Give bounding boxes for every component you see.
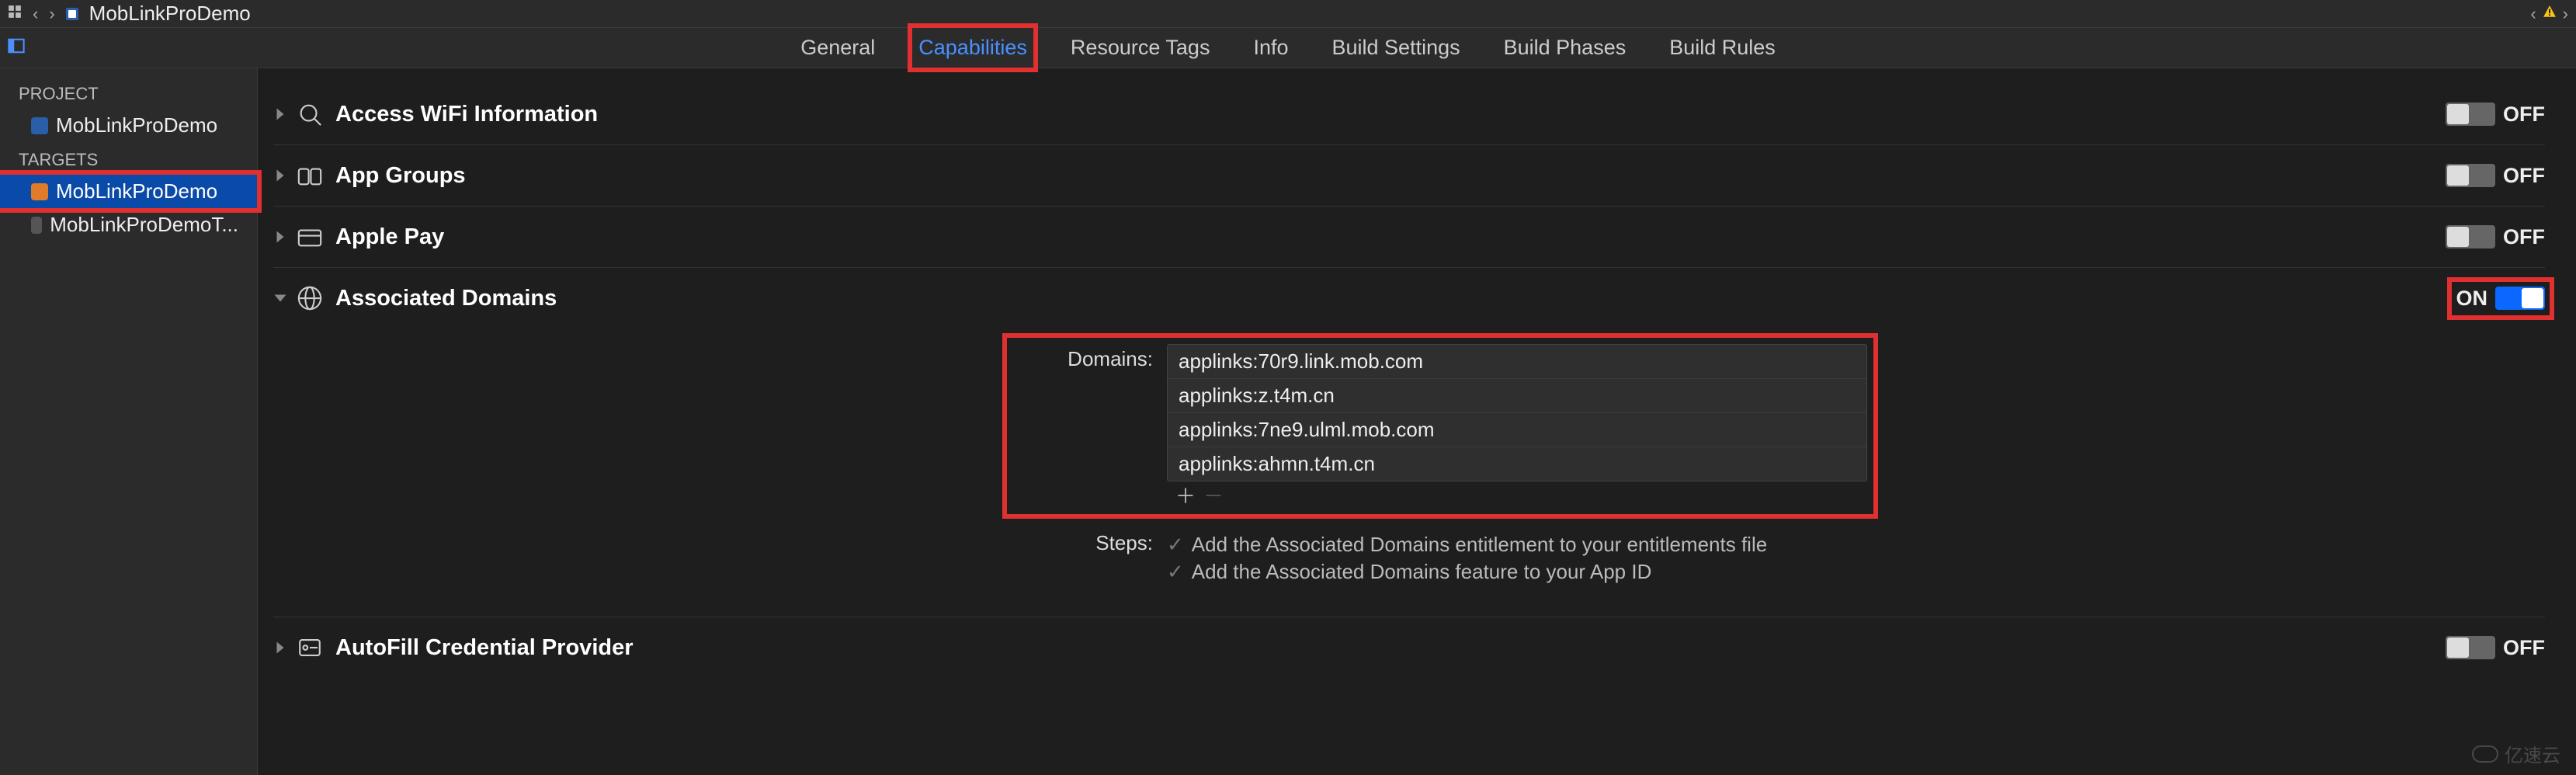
capability-title: Access WiFi Information (335, 102, 2446, 127)
capability-row-apple-pay: Apple Pay OFF (273, 207, 2545, 268)
top-toolbar: ‹ › MobLinkProDemo ‹ › (0, 0, 2576, 28)
toggle-switch[interactable] (2446, 636, 2495, 659)
disclosure-icon[interactable] (273, 169, 287, 182)
tab-build-rules[interactable]: Build Rules (1666, 31, 1779, 64)
disclosure-icon[interactable] (273, 230, 287, 244)
app-groups-icon (295, 161, 325, 190)
grid-icon[interactable] (8, 5, 22, 23)
capability-row-wifi: Access WiFi Information OFF (273, 84, 2545, 145)
nav-expand-left-icon[interactable]: ‹ (2530, 4, 2536, 24)
capability-toggle[interactable]: ON (2456, 287, 2546, 311)
panel-toggle-icon[interactable] (8, 37, 25, 58)
capabilities-content: Access WiFi Information OFF App Groups O… (258, 68, 2576, 775)
wifi-icon (295, 99, 325, 129)
capability-title: Apple Pay (335, 224, 2446, 250)
apple-pay-icon (295, 222, 325, 252)
target-app-icon (31, 183, 48, 200)
remove-domain-button: － (1203, 486, 1224, 503)
capability-title: Associated Domains (335, 286, 2456, 311)
capability-row-autofill: AutoFill Credential Provider OFF (273, 617, 2545, 678)
domain-row[interactable]: applinks:7ne9.ulml.mob.com (1168, 413, 1866, 447)
step-text: Add the Associated Domains entitlement t… (1192, 533, 1767, 557)
editor-tabbar: General Capabilities Resource Tags Info … (0, 28, 2576, 68)
domain-row[interactable]: applinks:ahmn.t4m.cn (1168, 447, 1866, 481)
breadcrumb-project[interactable]: MobLinkProDemo (89, 2, 251, 26)
toggle-state-label: OFF (2503, 225, 2545, 249)
capability-toggle[interactable]: OFF (2446, 225, 2545, 249)
steps-block: Steps: ✓ Add the Associated Domains entit… (1013, 531, 1867, 586)
domains-block: Domains: applinks:70r9.link.mob.com appl… (1013, 344, 1867, 508)
step-item: ✓ Add the Associated Domains feature to y… (1167, 558, 1867, 586)
sidebar-target-name: MobLinkProDemoT... (50, 213, 238, 237)
tab-resource-tags[interactable]: Resource Tags (1068, 31, 1213, 64)
disclosure-open-icon[interactable] (273, 291, 287, 305)
domains-list[interactable]: applinks:70r9.link.mob.com applinks:z.t4… (1167, 344, 1867, 481)
target-test-icon (31, 217, 42, 234)
check-icon: ✓ (1167, 533, 1184, 557)
capability-title: App Groups (335, 163, 2446, 189)
capability-toggle[interactable]: OFF (2446, 164, 2545, 188)
add-domain-button[interactable]: ＋ (1175, 486, 1196, 503)
tab-build-settings[interactable]: Build Settings (1329, 31, 1463, 64)
app-project-icon (31, 117, 48, 134)
warning-icon[interactable] (2543, 5, 2557, 23)
capability-row-app-groups: App Groups OFF (273, 145, 2545, 207)
project-navigator-sidebar: PROJECT MobLinkProDemo TARGETS MobLinkPr… (0, 68, 258, 775)
sidebar-project-item[interactable]: MobLinkProDemo (0, 109, 257, 142)
nav-forward-icon[interactable]: › (49, 4, 54, 24)
sidebar-target-name: MobLinkProDemo (56, 179, 217, 203)
toggle-state-label: OFF (2503, 636, 2545, 660)
globe-icon (295, 283, 325, 313)
toggle-switch[interactable] (2446, 103, 2495, 126)
tab-info[interactable]: Info (1250, 31, 1291, 64)
steps-list: ✓ Add the Associated Domains entitlement … (1167, 531, 1867, 586)
autofill-icon (295, 633, 325, 662)
nav-expand-right-icon[interactable]: › (2563, 4, 2568, 24)
sidebar-target-item[interactable]: MobLinkProDemoT... (0, 208, 257, 242)
toggle-state-label: OFF (2503, 164, 2545, 188)
nav-back-icon[interactable]: ‹ (33, 4, 38, 24)
steps-label: Steps: (1013, 531, 1153, 555)
capability-toggle[interactable]: OFF (2446, 636, 2545, 660)
disclosure-icon[interactable] (273, 641, 287, 655)
toggle-switch[interactable] (2446, 164, 2495, 187)
step-item: ✓ Add the Associated Domains entitlement … (1167, 531, 1867, 558)
domain-row[interactable]: applinks:z.t4m.cn (1168, 379, 1866, 413)
sidebar-section-targets: TARGETS (0, 142, 257, 175)
disclosure-icon[interactable] (273, 107, 287, 121)
toggle-switch[interactable] (2495, 287, 2545, 310)
sidebar-section-project: PROJECT (0, 76, 257, 109)
step-text: Add the Associated Domains feature to yo… (1192, 560, 1652, 584)
toggle-state-label: OFF (2503, 103, 2545, 127)
capability-row-associated-domains: Associated Domains ON (273, 268, 2545, 328)
domains-controls: ＋ － (1167, 481, 1867, 508)
capability-toggle[interactable]: OFF (2446, 103, 2545, 127)
sidebar-target-item[interactable]: MobLinkProDemo (0, 175, 257, 208)
domains-label: Domains: (1013, 344, 1153, 371)
tab-capabilities[interactable]: Capabilities (915, 31, 1030, 64)
check-icon: ✓ (1167, 560, 1184, 584)
toggle-state-label: ON (2456, 287, 2488, 311)
tab-build-phases[interactable]: Build Phases (1501, 31, 1630, 64)
tab-general[interactable]: General (797, 31, 878, 64)
project-icon (66, 8, 78, 20)
domain-row[interactable]: applinks:70r9.link.mob.com (1168, 345, 1866, 379)
capability-title: AutoFill Credential Provider (335, 635, 2446, 661)
sidebar-project-name: MobLinkProDemo (56, 113, 217, 137)
toggle-switch[interactable] (2446, 225, 2495, 248)
associated-domains-body: Domains: applinks:70r9.link.mob.com appl… (273, 328, 2545, 617)
